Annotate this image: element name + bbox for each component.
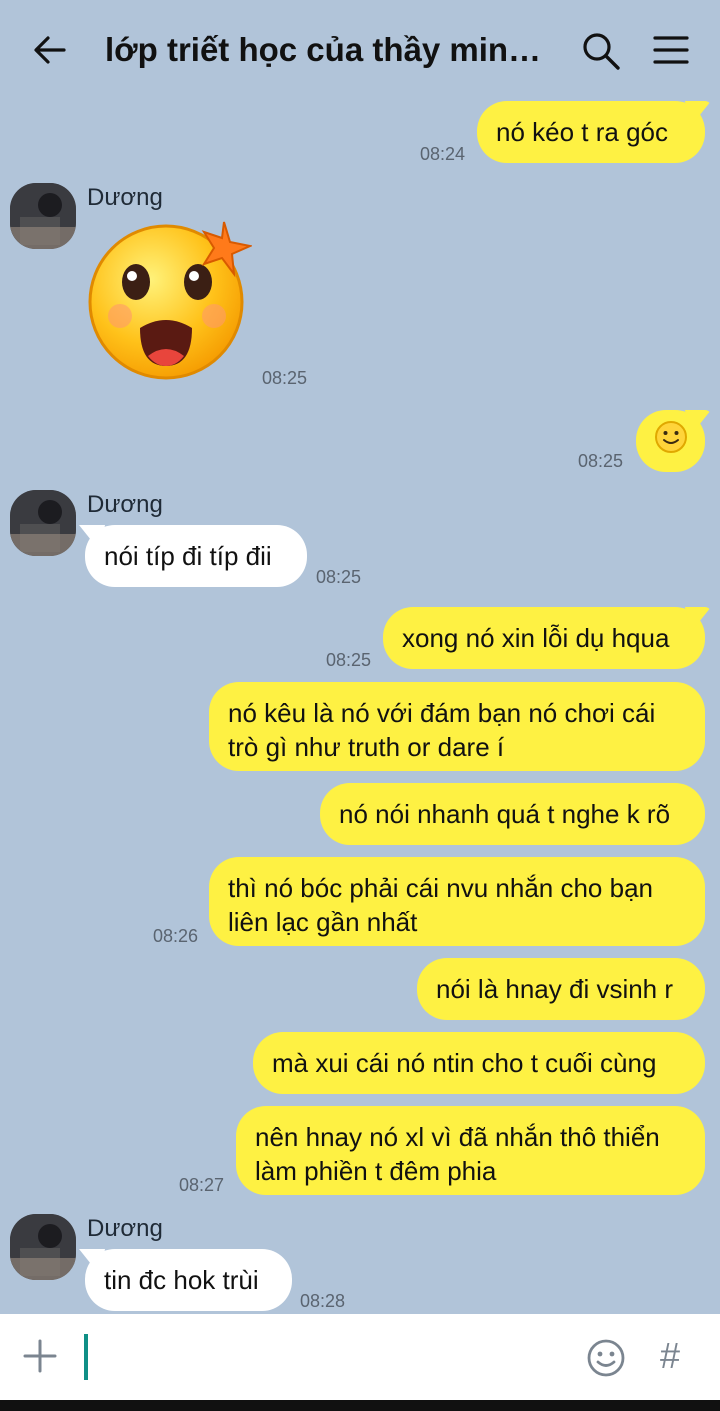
message-time: 08:28 xyxy=(300,1291,346,1311)
message-time: 08:24 xyxy=(420,144,466,164)
hashtag-button[interactable]: # xyxy=(660,1336,696,1376)
message-text: nó kêu là nó với đám bạn nó chơi cái trò… xyxy=(228,698,656,762)
message-time: 08:25 xyxy=(326,650,372,670)
their-message-bubble[interactable]: nói típ đi típ đii xyxy=(85,525,307,587)
my-message-bubble[interactable]: nó nói nhanh quá t nghe k rõ xyxy=(320,783,705,845)
emoji-icon[interactable] xyxy=(586,1338,626,1378)
surprised-emoji-sticker[interactable] xyxy=(84,216,254,384)
avatar[interactable] xyxy=(10,183,76,249)
plus-icon[interactable] xyxy=(22,1338,58,1374)
message-input[interactable] xyxy=(80,1324,560,1390)
chat-header: lớp triết học của thầy min… xyxy=(0,0,720,100)
message-text: nó kéo t ra góc xyxy=(496,117,668,147)
message-text: nó nói nhanh quá t nghe k rõ xyxy=(339,799,671,829)
chat-title[interactable]: lớp triết học của thầy min… xyxy=(105,28,545,72)
my-message-bubble[interactable] xyxy=(636,410,705,472)
sender-name: Dương xyxy=(87,491,163,518)
message-text: xong nó xin lỗi dụ hqua xyxy=(402,623,670,653)
sender-name: Dương xyxy=(87,1215,163,1242)
message-text: mà xui cái nó ntin cho t cuối cùng xyxy=(272,1048,657,1078)
search-icon[interactable] xyxy=(580,30,622,72)
message-time: 08:25 xyxy=(578,451,624,471)
message-text: nói là hnay đi vsinh r xyxy=(436,974,674,1004)
avatar[interactable] xyxy=(10,490,76,556)
back-arrow-icon[interactable] xyxy=(30,30,70,70)
message-text: tin đc hok trùi xyxy=(104,1265,259,1295)
message-time: 08:26 xyxy=(153,926,199,946)
my-message-bubble[interactable]: nên hnay nó xl vì đã nhắn thô thiển làm … xyxy=(236,1106,705,1195)
message-text: thì nó bóc phải cái nvu nhắn cho bạn liê… xyxy=(228,873,653,937)
message-text: nói típ đi típ đii xyxy=(104,541,272,571)
message-time: 08:25 xyxy=(316,567,362,587)
text-caret xyxy=(84,1334,88,1380)
my-message-bubble[interactable]: mà xui cái nó ntin cho t cuối cùng xyxy=(253,1032,705,1094)
my-message-bubble[interactable]: xong nó xin lỗi dụ hqua xyxy=(383,607,705,669)
their-message-bubble[interactable]: tin đc hok trùi xyxy=(85,1249,292,1311)
avatar[interactable] xyxy=(10,1214,76,1280)
sender-name: Dương xyxy=(87,184,163,211)
message-time: 08:25 xyxy=(262,368,308,388)
my-message-bubble[interactable]: thì nó bóc phải cái nvu nhắn cho bạn liê… xyxy=(209,857,705,946)
system-navigation-bar xyxy=(0,1400,720,1411)
smile-emoji-icon xyxy=(654,420,688,462)
my-message-bubble[interactable]: nó kéo t ra góc xyxy=(477,101,705,163)
my-message-bubble[interactable]: nó kêu là nó với đám bạn nó chơi cái trò… xyxy=(209,682,705,771)
message-composer: # xyxy=(0,1314,720,1400)
my-message-bubble[interactable]: nói là hnay đi vsinh r xyxy=(417,958,705,1020)
message-text: nên hnay nó xl vì đã nhắn thô thiển làm … xyxy=(255,1122,660,1186)
hamburger-menu-icon[interactable] xyxy=(652,32,690,70)
message-time: 08:27 xyxy=(179,1175,225,1195)
